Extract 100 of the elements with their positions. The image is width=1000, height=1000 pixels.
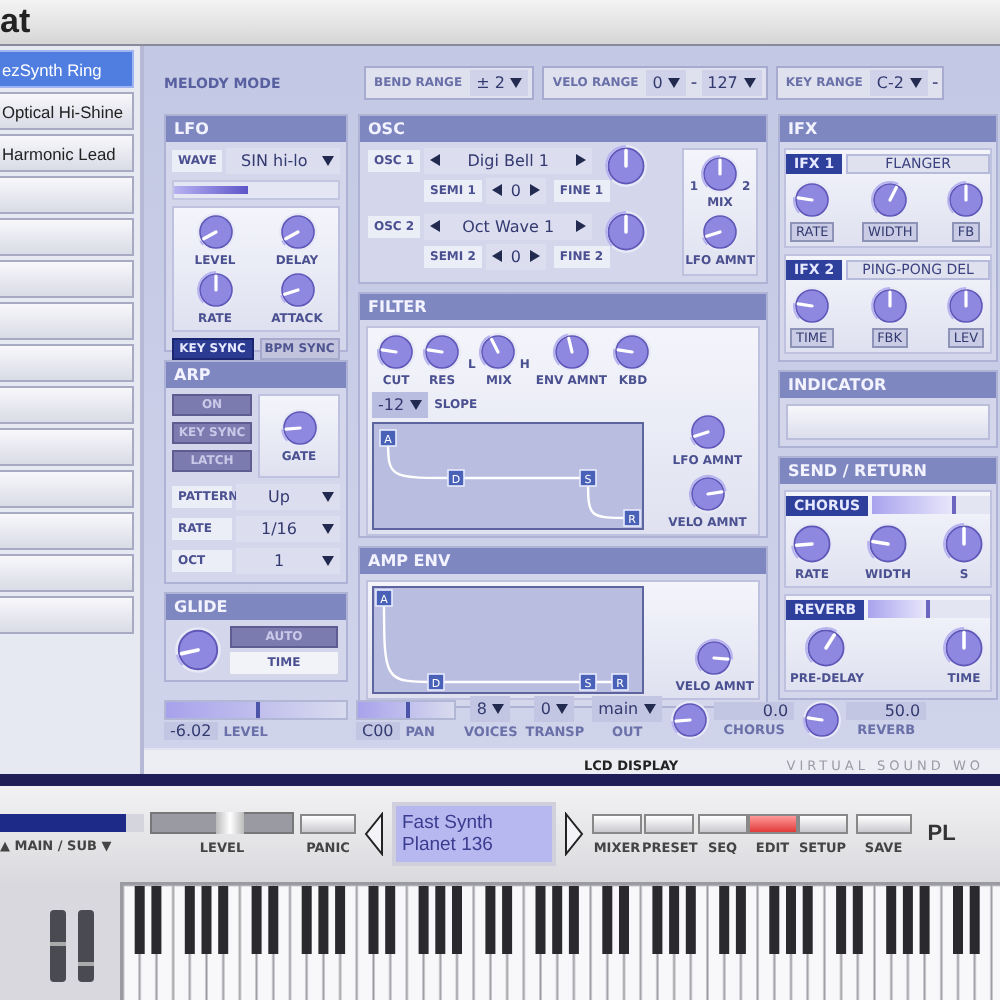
knob[interactable] — [804, 625, 849, 670]
range-separator: - — [931, 73, 939, 94]
knob[interactable] — [604, 210, 649, 255]
wave-selector[interactable]: Oct Wave 1 — [424, 213, 593, 240]
knob[interactable] — [865, 521, 910, 566]
knob[interactable] — [277, 269, 317, 310]
knob[interactable] — [870, 179, 911, 220]
dropdown-arrow-icon — [410, 399, 423, 410]
arrow-icon — [576, 220, 587, 233]
send-slider[interactable] — [872, 496, 990, 515]
mode-button[interactable] — [697, 813, 748, 833]
section-title: IFX — [780, 115, 996, 142]
value-readout: C00 — [356, 722, 400, 740]
knob[interactable] — [422, 331, 462, 372]
arrow-icon — [529, 184, 540, 197]
dropdown-arrow-icon — [556, 704, 569, 714]
lcd-text: Fast Synth — [402, 812, 495, 834]
knob[interactable] — [792, 179, 833, 220]
knob[interactable] — [802, 700, 843, 740]
dropdown[interactable]: 8 — [470, 696, 511, 722]
fader-thumb[interactable] — [215, 812, 243, 834]
knob[interactable] — [941, 521, 986, 566]
dropdown-arrow-icon — [322, 555, 334, 566]
knob[interactable] — [195, 269, 235, 310]
dropdown[interactable]: 1/16 — [236, 515, 340, 542]
knob[interactable] — [670, 700, 711, 740]
knob[interactable] — [277, 211, 317, 252]
section-title: GLIDE — [166, 593, 346, 620]
slider[interactable] — [164, 700, 348, 720]
dropdown[interactable]: Up — [236, 483, 340, 510]
semi-selector[interactable]: 0 — [485, 243, 546, 270]
value-readout: 0.0 — [714, 702, 795, 720]
knob[interactable] — [946, 179, 986, 220]
knob[interactable] — [174, 625, 222, 674]
dropdown[interactable]: 127 — [701, 70, 762, 97]
dropdown[interactable]: 1 — [236, 547, 340, 574]
semi-selector[interactable]: 0 — [485, 177, 546, 204]
send-slider[interactable] — [868, 600, 990, 619]
knob[interactable] — [195, 211, 235, 252]
knob[interactable] — [279, 407, 319, 448]
arrow-icon — [430, 154, 441, 167]
arrow-icon — [491, 250, 502, 263]
mode-button[interactable] — [747, 813, 798, 833]
knob[interactable] — [790, 521, 834, 566]
level-fader[interactable] — [150, 812, 294, 834]
value-readout: -6.02 — [164, 722, 218, 740]
knob[interactable] — [942, 625, 986, 670]
mode-button[interactable] — [644, 813, 695, 833]
knob[interactable] — [376, 331, 416, 372]
dropdown-arrow-icon — [909, 78, 922, 89]
section-title: SEND / RETURN — [780, 457, 996, 484]
dropdown[interactable]: SIN hi-lo — [226, 147, 340, 174]
dropdown-arrow-icon — [492, 704, 505, 714]
knob[interactable] — [945, 285, 986, 326]
knob[interactable] — [687, 473, 728, 514]
section-title: ARP — [166, 361, 346, 388]
knob[interactable] — [791, 285, 832, 326]
window-title: at — [0, 2, 31, 42]
pitch-mod-wheels-drawing[interactable] — [0, 882, 120, 1000]
knob[interactable] — [700, 153, 740, 194]
dropdown[interactable]: -12 — [372, 391, 429, 418]
preset-item[interactable]: Harmonic Lead — [0, 134, 134, 172]
knob[interactable] — [604, 144, 649, 189]
knob[interactable] — [694, 637, 735, 678]
value-readout: 50.0 — [846, 702, 927, 720]
piano-keyboard-drawing[interactable] — [120, 882, 1000, 1000]
dropdown-arrow-icon — [322, 491, 334, 502]
dropdown-arrow-icon — [668, 78, 681, 89]
knob[interactable] — [551, 331, 592, 372]
section-title: OSC — [360, 115, 766, 142]
preset-item[interactable]: ezSynth Ring — [0, 50, 134, 88]
dropdown-arrow-icon — [322, 155, 334, 166]
knob[interactable] — [687, 411, 728, 452]
knob[interactable] — [869, 285, 910, 326]
dropdown[interactable]: ± 2 — [470, 70, 529, 97]
knob[interactable] — [612, 331, 653, 372]
slider[interactable] — [356, 700, 456, 720]
knob[interactable] — [700, 211, 740, 252]
dropdown-arrow-icon — [322, 523, 334, 534]
arrow-icon — [491, 184, 502, 197]
next-icon[interactable] — [564, 812, 584, 856]
arrow-icon — [529, 250, 540, 263]
dropdown[interactable]: main — [592, 696, 663, 722]
dropdown[interactable]: 0 — [534, 696, 575, 722]
range-separator: - — [690, 73, 698, 94]
lcd-text: Planet 136 — [402, 834, 495, 856]
mode-button[interactable] — [797, 813, 848, 833]
knob[interactable] — [477, 331, 518, 372]
dropdown-arrow-icon — [510, 78, 523, 89]
section-title: AMP ENV — [360, 547, 766, 574]
arrow-icon — [576, 154, 587, 167]
preset-item[interactable]: Optical Hi-Shine — [0, 92, 134, 130]
wave-selector[interactable]: Digi Bell 1 — [424, 147, 593, 174]
dropdown-arrow-icon — [743, 78, 756, 89]
dropdown[interactable]: 0 — [646, 70, 687, 97]
section-title: INDICATOR — [780, 371, 996, 398]
dropdown[interactable]: C-2 — [870, 70, 928, 97]
logo: PL — [927, 822, 956, 846]
previous-icon[interactable] — [364, 812, 384, 856]
save-button[interactable] — [855, 813, 912, 833]
